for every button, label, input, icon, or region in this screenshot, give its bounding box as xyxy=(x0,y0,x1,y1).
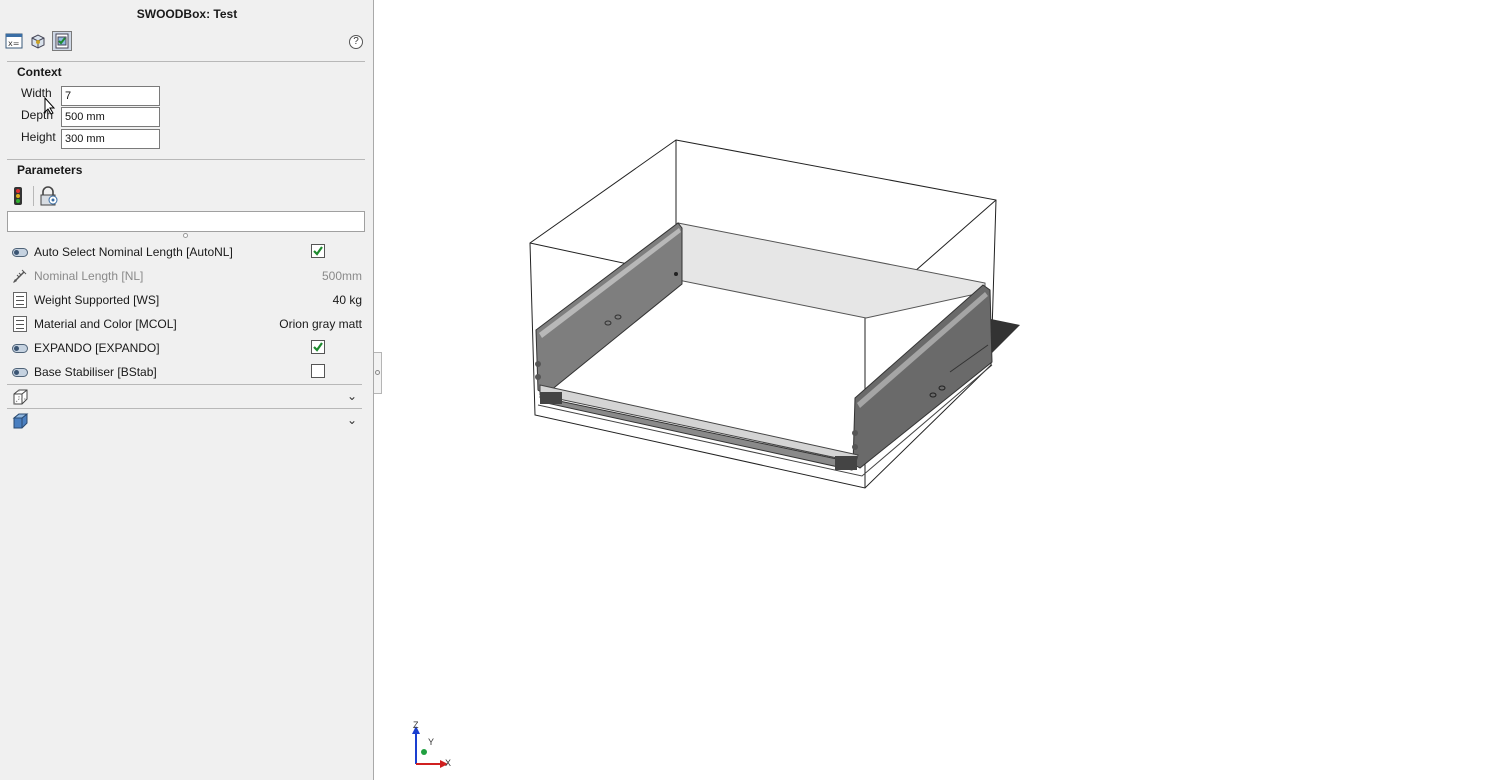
toggle-icon xyxy=(11,340,29,356)
autonl-checkbox[interactable] xyxy=(311,244,325,258)
param-row-ws[interactable]: Weight Supported [WS] 40 kg xyxy=(7,289,365,311)
param-row-bstab[interactable]: Base Stabiliser [BStab] xyxy=(7,361,365,383)
drawer-3d-model xyxy=(529,139,1020,489)
divider xyxy=(7,61,365,62)
param-value: 500mm xyxy=(321,269,362,283)
context-section-title: Context xyxy=(17,65,62,79)
splitter-handle[interactable] xyxy=(183,233,188,238)
variables-icon[interactable]: x= xyxy=(4,31,24,51)
help-icon[interactable]: ? xyxy=(349,35,363,49)
param-label: EXPANDO [EXPANDO] xyxy=(34,341,160,355)
panel-title: SWOODBox: Test xyxy=(136,7,238,21)
axis-z-label: Z xyxy=(413,720,419,730)
expando-checkbox[interactable] xyxy=(311,340,325,354)
length-icon xyxy=(11,268,29,284)
param-row-expando[interactable]: EXPANDO [EXPANDO] xyxy=(7,337,365,359)
group-row-wireframe[interactable]: ⌄ xyxy=(7,386,365,408)
parameter-filter-input[interactable] xyxy=(7,211,365,232)
param-label: Nominal Length [NL] xyxy=(34,269,144,283)
param-value: Orion gray matt xyxy=(279,317,362,331)
param-label: Auto Select Nominal Length [AutoNL] xyxy=(34,245,233,259)
property-manager-panel: SWOODBox: Test x= ? Context Width Depth … xyxy=(0,0,374,780)
chevron-down-icon[interactable]: ⌄ xyxy=(347,389,357,403)
traffic-light-icon[interactable] xyxy=(11,186,25,206)
divider xyxy=(7,159,365,160)
height-label: Height xyxy=(21,130,56,144)
axis-y-label: Y xyxy=(428,737,435,747)
height-input[interactable] xyxy=(61,129,160,149)
bstab-checkbox[interactable] xyxy=(311,364,325,378)
parameters-section-title: Parameters xyxy=(17,163,83,177)
param-row-nl[interactable]: Nominal Length [NL] 500mm xyxy=(7,265,365,287)
divider xyxy=(7,408,362,409)
toggle-icon xyxy=(11,244,29,260)
param-label: Material and Color [MCOL] xyxy=(34,317,177,331)
param-row-autonl[interactable]: Auto Select Nominal Length [AutoNL] xyxy=(7,241,365,263)
axis-x-label: X xyxy=(445,758,452,768)
param-row-mcol[interactable]: Material and Color [MCOL] Orion gray mat… xyxy=(7,313,365,335)
toolbar-divider xyxy=(33,186,34,206)
chevron-down-icon[interactable]: ⌄ xyxy=(347,413,357,427)
lock-icon[interactable] xyxy=(38,186,60,206)
box-3d-icon[interactable] xyxy=(28,31,48,51)
svg-text:x=: x= xyxy=(8,39,19,48)
graphics-viewport[interactable]: Z Y X xyxy=(375,0,1492,780)
parameters-sheet-icon[interactable] xyxy=(52,31,72,51)
mouse-cursor-icon xyxy=(44,96,56,118)
depth-input[interactable] xyxy=(61,107,160,127)
toggle-icon xyxy=(11,364,29,380)
list-icon xyxy=(11,292,29,308)
solid-box-icon xyxy=(11,412,29,430)
param-label: Base Stabiliser [BStab] xyxy=(34,365,157,379)
group-row-solid[interactable]: ⌄ xyxy=(7,410,365,432)
width-input[interactable] xyxy=(61,86,160,106)
list-icon xyxy=(11,316,29,332)
param-value: 40 kg xyxy=(332,293,362,307)
param-label: Weight Supported [WS] xyxy=(34,293,160,307)
wireframe-box-icon xyxy=(11,388,29,406)
divider xyxy=(7,384,362,385)
